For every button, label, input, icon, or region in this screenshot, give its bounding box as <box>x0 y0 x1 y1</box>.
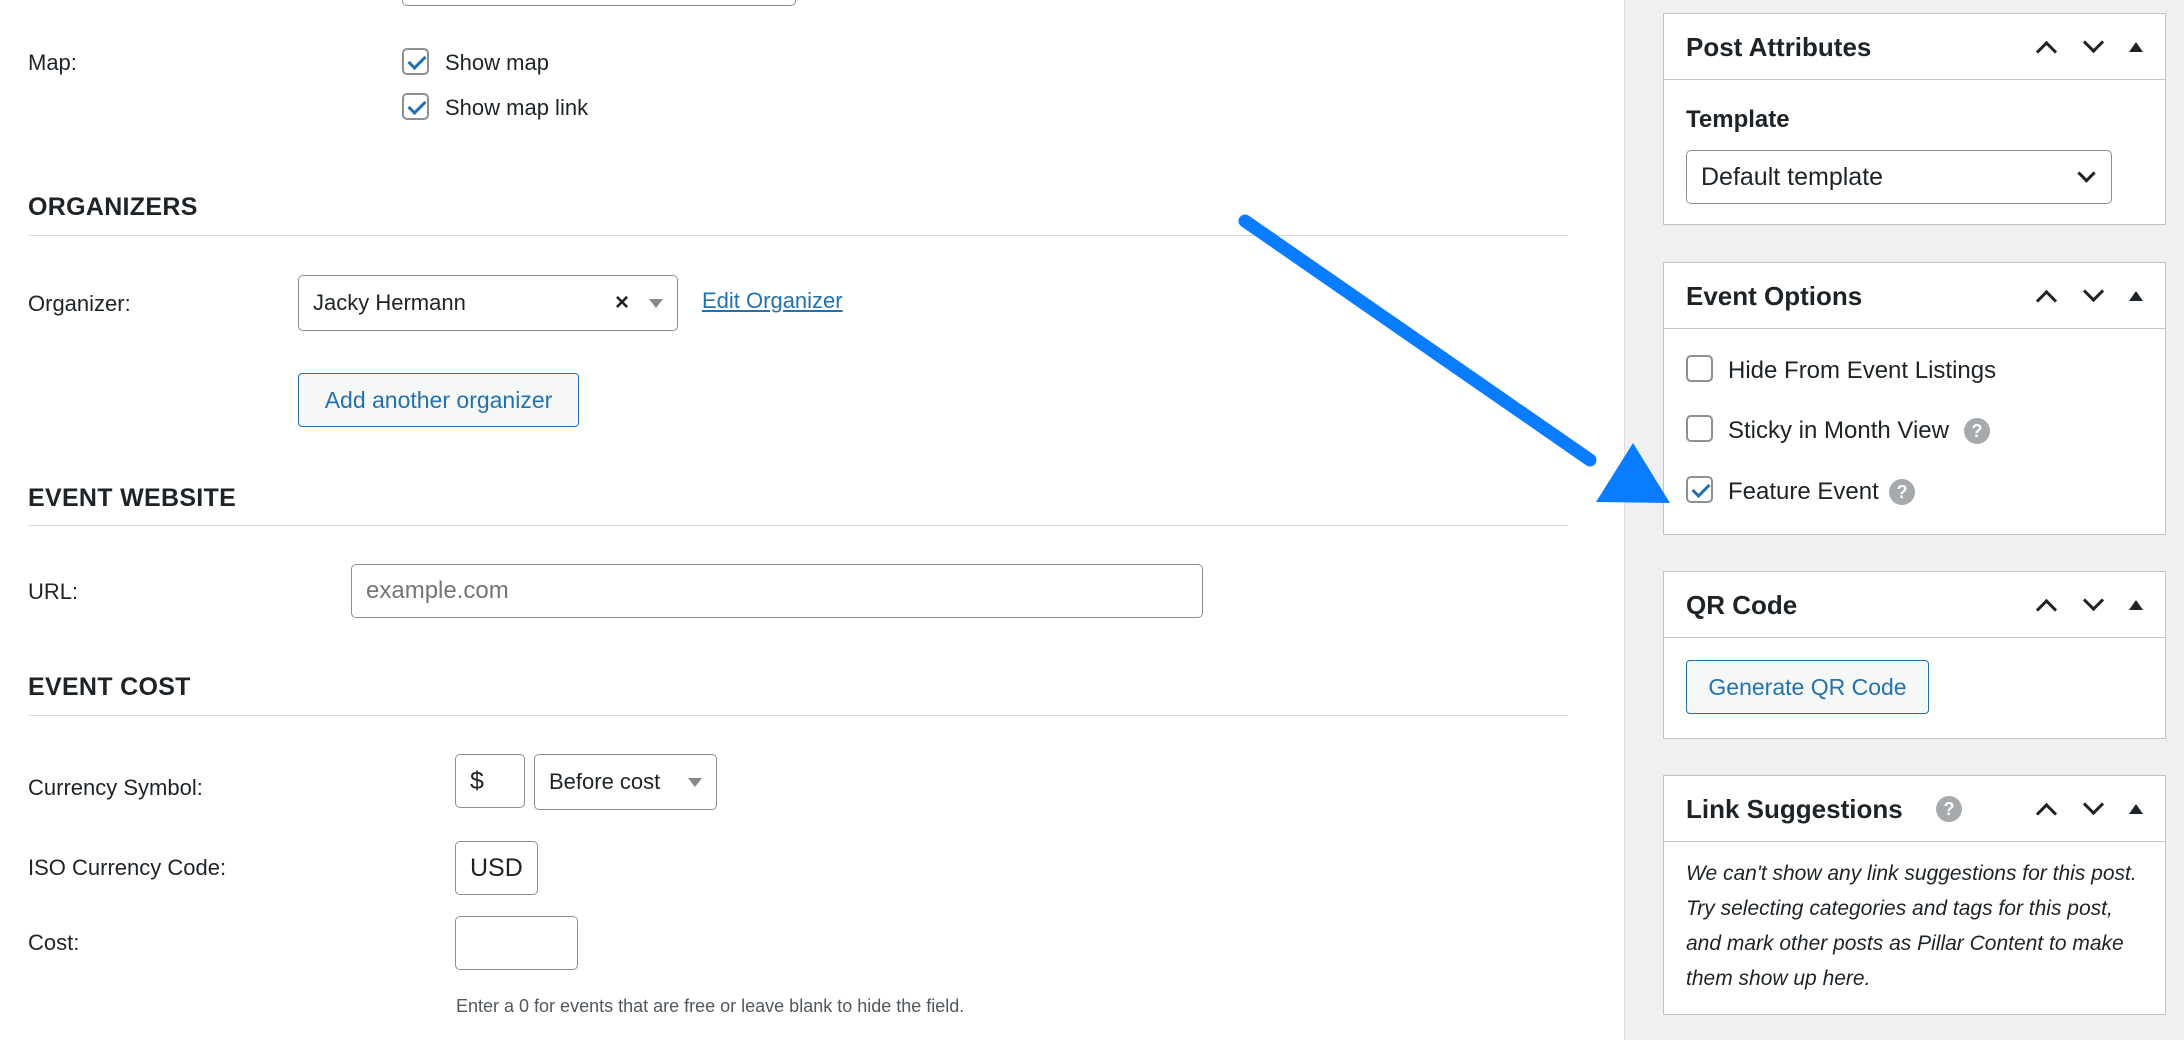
divider <box>28 715 1568 716</box>
move-up-button[interactable] <box>2026 14 2066 80</box>
currency-position-select[interactable]: Before cost <box>534 754 717 810</box>
template-label: Template <box>1686 106 1790 133</box>
currency-symbol-input[interactable]: $ <box>455 754 525 808</box>
show-map-link-checkbox[interactable] <box>402 93 429 120</box>
chevron-up-icon <box>2035 598 2057 621</box>
currency-symbol-label: Currency Symbol: <box>28 775 203 800</box>
collapse-triangle-icon <box>2129 600 2143 610</box>
divider <box>28 525 1568 526</box>
post-attributes-box: Post Attributes Template Default templat… <box>1663 13 2166 225</box>
feature-event-checkbox[interactable] <box>1686 476 1713 503</box>
show-map-label: Show map <box>445 50 549 75</box>
url-label: URL: <box>28 579 79 604</box>
event-options-header: Event Options <box>1664 263 2165 329</box>
hide-from-listings-label: Hide From Event Listings <box>1728 357 1997 384</box>
sticky-month-view-label: Sticky in Month View <box>1728 417 1949 444</box>
collapse-triangle-icon <box>2129 804 2143 814</box>
toggle-panel-button[interactable] <box>2116 572 2156 638</box>
clear-organizer-icon[interactable]: × <box>615 289 629 317</box>
template-value: Default template <box>1701 162 1884 191</box>
chevron-down-icon <box>2082 31 2104 54</box>
hide-from-listings-checkbox[interactable] <box>1686 355 1713 382</box>
post-attributes-header: Post Attributes <box>1664 14 2165 80</box>
link-suggestions-box: Link Suggestions ? We can't show any lin… <box>1663 775 2166 1015</box>
event-website-section-title: EVENT WEBSITE <box>28 484 237 512</box>
link-suggestions-header: Link Suggestions ? <box>1664 776 2165 842</box>
organizer-selected-value: Jacky Hermann <box>313 290 466 315</box>
organizers-section-title: ORGANIZERS <box>28 193 198 221</box>
qr-code-header: QR Code <box>1664 572 2165 638</box>
add-organizer-button[interactable]: Add another organizer <box>298 373 579 427</box>
move-down-button[interactable] <box>2073 776 2113 842</box>
move-up-button[interactable] <box>2026 572 2066 638</box>
map-label: Map: <box>28 50 77 75</box>
collapse-triangle-icon <box>2129 291 2143 301</box>
toggle-panel-button[interactable] <box>2116 263 2156 329</box>
help-icon[interactable]: ? <box>1889 479 1915 505</box>
generate-qr-code-button[interactable]: Generate QR Code <box>1686 660 1929 714</box>
link-suggestions-text: We can't show any link suggestions for t… <box>1686 862 2137 990</box>
event-details-panel: Map: Show map Show map link ORGANIZERS O… <box>0 0 1625 1040</box>
help-icon[interactable]: ? <box>1936 796 1962 822</box>
chevron-down-icon <box>2082 589 2104 612</box>
move-up-button[interactable] <box>2026 263 2066 329</box>
feature-event-label: Feature Event <box>1728 478 1879 505</box>
event-options-box: Event Options Hide From Event Listings S… <box>1663 262 2166 535</box>
help-icon[interactable]: ? <box>1964 418 1990 444</box>
dropdown-triangle-icon <box>688 777 702 787</box>
edit-organizer-link[interactable]: Edit Organizer <box>702 288 843 314</box>
venue-select-partial[interactable] <box>402 0 796 6</box>
event-cost-section-title: EVENT COST <box>28 673 191 701</box>
sidebar: Post Attributes Template Default templat… <box>1625 0 2184 1040</box>
dropdown-triangle-icon <box>649 298 663 308</box>
url-input[interactable] <box>351 564 1203 618</box>
iso-currency-label: ISO Currency Code: <box>28 855 227 880</box>
iso-currency-value: USD <box>470 853 523 882</box>
toggle-panel-button[interactable] <box>2116 14 2156 80</box>
chevron-down-icon <box>2082 793 2104 816</box>
currency-position-value: Before cost <box>549 769 661 794</box>
show-map-link-label: Show map link <box>445 95 589 120</box>
chevron-up-icon <box>2035 289 2057 312</box>
divider <box>28 235 1568 236</box>
sticky-month-view-checkbox[interactable] <box>1686 415 1713 442</box>
move-down-button[interactable] <box>2073 263 2113 329</box>
toggle-panel-button[interactable] <box>2116 776 2156 842</box>
show-map-checkbox[interactable] <box>402 48 429 75</box>
qr-code-box: QR Code Generate QR Code <box>1663 571 2166 739</box>
chevron-up-icon <box>2035 802 2057 825</box>
qr-code-title: QR Code <box>1686 589 1798 620</box>
currency-symbol-value: $ <box>470 766 484 795</box>
event-options-title: Event Options <box>1686 280 1863 311</box>
cost-input[interactable] <box>455 916 578 970</box>
iso-currency-input[interactable]: USD <box>455 841 538 895</box>
chevron-down-icon <box>2077 164 2096 183</box>
collapse-triangle-icon <box>2129 42 2143 52</box>
move-down-button[interactable] <box>2073 14 2113 80</box>
post-attributes-title: Post Attributes <box>1686 31 1872 62</box>
chevron-down-icon <box>2082 280 2104 303</box>
cost-label: Cost: <box>28 930 80 955</box>
cost-hint: Enter a 0 for events that are free or le… <box>456 996 965 1016</box>
organizer-label: Organizer: <box>28 291 131 316</box>
template-select[interactable]: Default template <box>1686 150 2112 204</box>
link-suggestions-title: Link Suggestions <box>1686 793 1903 824</box>
organizer-select[interactable]: Jacky Hermann × <box>298 275 678 331</box>
move-up-button[interactable] <box>2026 776 2066 842</box>
chevron-up-icon <box>2035 40 2057 63</box>
move-down-button[interactable] <box>2073 572 2113 638</box>
